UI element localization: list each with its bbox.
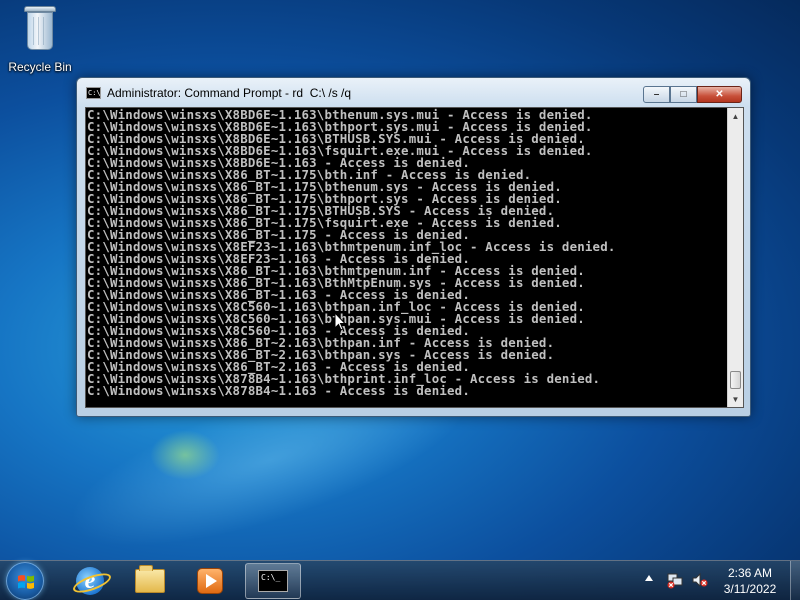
mouse-pointer-icon — [334, 312, 346, 331]
windows-logo-icon — [18, 575, 34, 589]
recycle-bin-label: Recycle Bin — [8, 60, 72, 74]
taskbar-internet-explorer[interactable]: e — [62, 563, 118, 599]
window-titlebar[interactable]: C:\ Administrator: Command Prompt - rd C… — [77, 78, 750, 107]
recycle-bin-shortcut[interactable]: Recycle Bin — [4, 4, 76, 76]
wallpaper-logo-glow — [150, 430, 220, 480]
console-area[interactable]: C:\Windows\winsxs\X8BD6E~1.163\bthenum.s… — [85, 107, 744, 408]
window-title: Administrator: Command Prompt - rd C:\ /… — [107, 85, 352, 100]
taskbar-command-prompt[interactable]: C:\_ — [245, 563, 301, 599]
taskbar-windows-explorer[interactable] — [122, 563, 178, 599]
scroll-down-arrow-icon[interactable]: ▼ — [728, 391, 743, 407]
console-line: C:\Windows\winsxs\X878B4~1.163 - Access … — [87, 383, 470, 398]
close-button[interactable]: ✕ — [697, 86, 742, 103]
scrollbar-thumb[interactable] — [730, 371, 741, 389]
vertical-scrollbar[interactable]: ▲ ▼ — [727, 108, 743, 407]
start-button[interactable] — [6, 562, 44, 600]
command-prompt-window[interactable]: C:\ Administrator: Command Prompt - rd C… — [76, 77, 751, 417]
console-output[interactable]: C:\Windows\winsxs\X8BD6E~1.163\bthenum.s… — [86, 108, 728, 407]
internet-explorer-icon: e — [76, 567, 104, 595]
command-prompt-icon[interactable]: C:\ — [86, 86, 101, 99]
clock-time: 2:36 AM — [727, 566, 773, 580]
clock-date: 3/11/2022 — [723, 582, 777, 596]
show-hidden-icons-arrow-icon[interactable] — [645, 575, 653, 581]
minimize-button[interactable]: – — [643, 86, 670, 103]
show-desktop-button[interactable] — [790, 561, 800, 600]
recycle-bin-icon — [24, 6, 56, 50]
volume-muted-icon[interactable] — [691, 571, 709, 589]
system-clock[interactable]: 2:36 AM 3/11/2022 — [714, 565, 786, 597]
maximize-button[interactable]: □ — [670, 86, 697, 103]
windows-explorer-icon — [135, 565, 165, 593]
taskbar-media-player[interactable] — [182, 563, 238, 599]
network-disconnected-icon[interactable] — [666, 571, 684, 589]
window-caption-buttons: – □ ✕ — [643, 86, 742, 103]
command-prompt-icon: C:\_ — [258, 570, 288, 592]
media-player-icon — [197, 568, 223, 594]
scroll-up-arrow-icon[interactable]: ▲ — [728, 108, 743, 124]
